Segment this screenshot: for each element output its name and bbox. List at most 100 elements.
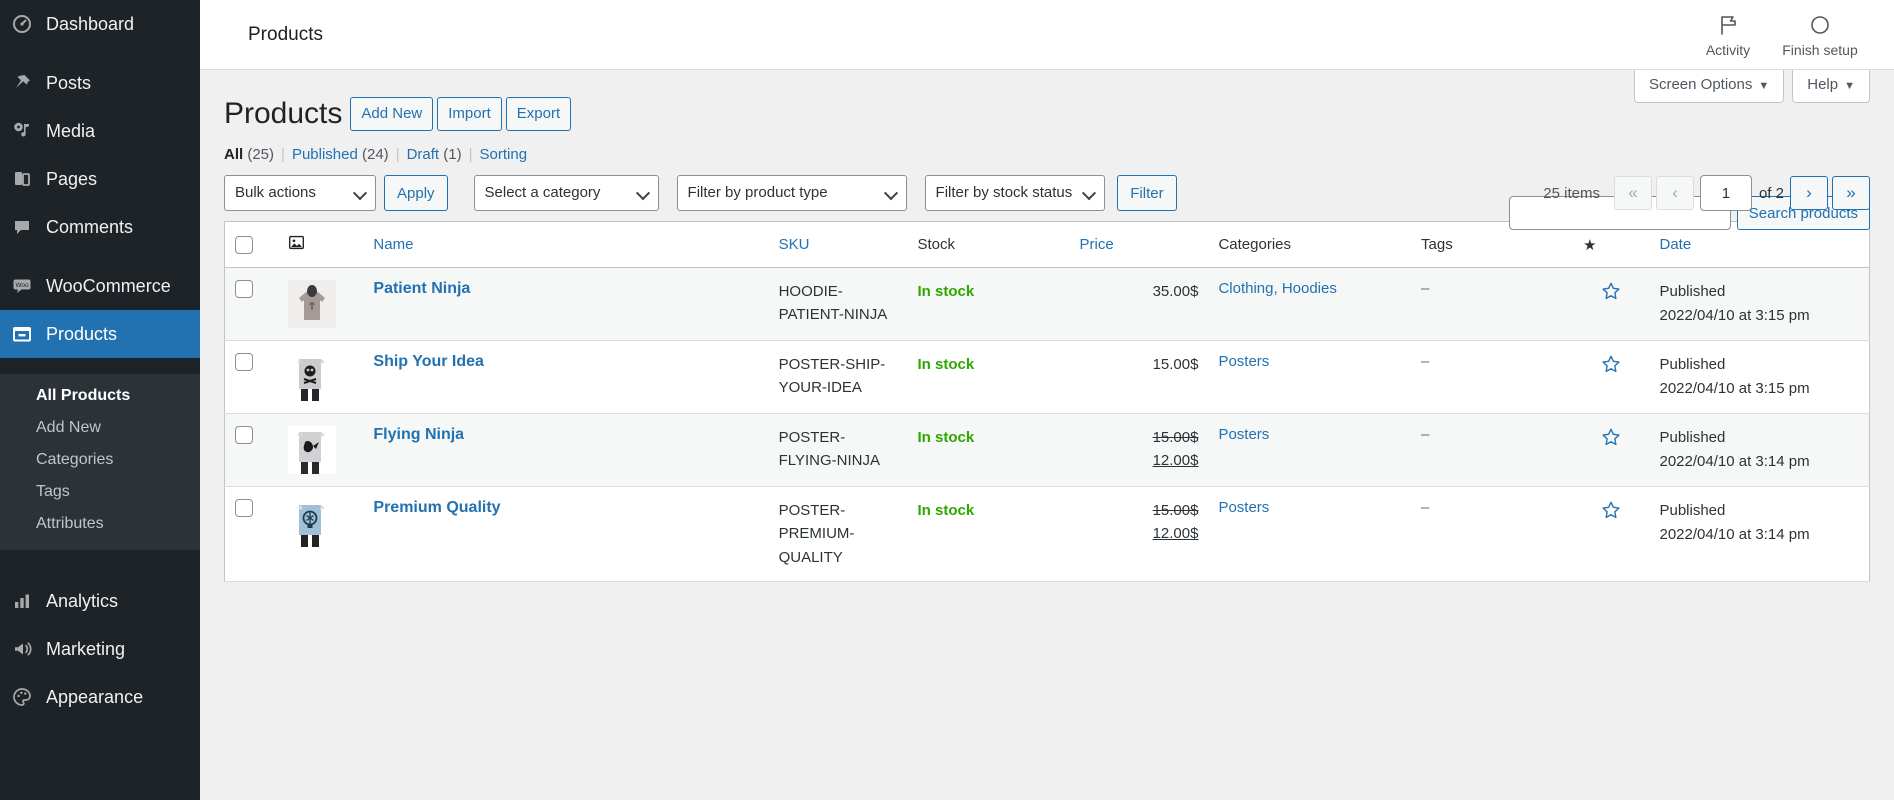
submenu-item-categories[interactable]: Categories xyxy=(0,444,200,476)
row-tags-cell: – xyxy=(1411,486,1574,582)
svg-text:Woo: Woo xyxy=(15,282,28,289)
submenu-item-attributes[interactable]: Attributes xyxy=(0,508,200,540)
table-row[interactable]: Ship Your Idea POSTER-SHIP-YOUR-IDEA In st… xyxy=(224,340,1870,414)
product-name-link[interactable]: Ship Your Idea xyxy=(373,353,484,370)
star-outline-icon[interactable] xyxy=(1600,426,1622,452)
product-type-select[interactable]: Filter by product type xyxy=(676,175,907,211)
product-thumbnail[interactable] xyxy=(287,280,336,328)
row-featured-cell xyxy=(1573,413,1650,487)
screen-options-label: Screen Options xyxy=(1648,76,1753,93)
apply-button[interactable]: Apply xyxy=(384,175,448,211)
sort-by-name[interactable]: Name xyxy=(373,236,413,253)
row-thumbnail-cell xyxy=(277,340,364,414)
row-checkbox[interactable] xyxy=(235,499,253,518)
status-link-draft[interactable]: Draft (1) xyxy=(407,146,462,163)
add-new-button[interactable]: Add New xyxy=(350,96,434,131)
submenu-item-add-new[interactable]: Add New xyxy=(0,412,200,444)
submenu-item-all-products[interactable]: All Products xyxy=(0,380,200,412)
sidebar-item-marketing[interactable]: Marketing xyxy=(0,625,200,673)
sidebar-item-label: Posts xyxy=(46,73,92,93)
sidebar-item-label: Pages xyxy=(46,169,98,189)
table-row[interactable]: Patient Ninja HOODIE-PATIENT-NINJA In stoc… xyxy=(224,267,1870,341)
row-stock-cell: In stock xyxy=(907,267,1070,341)
row-price-cell: 15.00$ 12.00$ xyxy=(1069,413,1209,487)
status-links: All (25) | Published (24) | Draft (1) | Sortin… xyxy=(224,146,1870,163)
first-page-button[interactable]: « xyxy=(1613,176,1652,210)
sidebar-item-analytics[interactable]: Analytics xyxy=(0,577,200,625)
row-checkbox[interactable] xyxy=(235,426,253,445)
export-button[interactable]: Export xyxy=(505,96,572,131)
status-link-published[interactable]: Published (24) xyxy=(292,146,389,163)
status-link-label[interactable]: Draft xyxy=(407,146,440,163)
star-outline-icon[interactable] xyxy=(1600,353,1622,379)
row-checkbox[interactable] xyxy=(235,280,253,299)
row-date-cell: Published 2022/04/10 at 3:15 pm xyxy=(1649,267,1870,341)
prev-page-button[interactable]: ‹ xyxy=(1655,176,1694,210)
filter-button[interactable]: Filter xyxy=(1117,175,1177,211)
row-featured-cell xyxy=(1573,267,1650,341)
category-select[interactable]: Select a category xyxy=(473,175,659,211)
category-link[interactable]: Posters xyxy=(1218,499,1269,516)
product-name-link[interactable]: Premium Quality xyxy=(373,499,500,516)
table-row[interactable]: Flying Ninja POSTER-FLYING-NINJA In stock 1… xyxy=(224,413,1870,487)
submenu-item-tags[interactable]: Tags xyxy=(0,476,200,508)
sidebar-item-pages[interactable]: Pages xyxy=(0,155,200,203)
product-name-link[interactable]: Patient Ninja xyxy=(373,280,470,297)
last-page-button[interactable]: » xyxy=(1832,176,1870,210)
status-link-label[interactable]: Published xyxy=(292,146,358,163)
woo-header-title: Products xyxy=(248,23,323,45)
sidebar-item-media[interactable]: Media xyxy=(0,107,200,155)
row-name-cell: Ship Your Idea xyxy=(363,340,769,414)
date-value: 2022/04/10 at 3:15 pm xyxy=(1659,306,1810,324)
sidebar-item-comments[interactable]: Comments xyxy=(0,203,200,251)
chevron-down-icon: ▼ xyxy=(1844,80,1855,92)
category-link[interactable]: Clothing, Hoodies xyxy=(1218,280,1336,297)
products-submenu: All Products Add New Categories Tags Attribu… xyxy=(0,374,200,550)
bulk-actions-select[interactable]: Bulk actions xyxy=(224,175,376,211)
stock-status-select[interactable]: Filter by stock status xyxy=(924,175,1106,211)
category-link[interactable]: Posters xyxy=(1218,426,1269,443)
product-type-select-wrap: Filter by product type xyxy=(676,175,907,211)
next-page-button[interactable]: › xyxy=(1790,176,1828,210)
sidebar-item-posts[interactable]: Posts xyxy=(0,59,200,107)
sidebar-item-products[interactable]: Products xyxy=(0,310,200,358)
row-tags-cell: – xyxy=(1411,267,1574,341)
product-thumbnail[interactable] xyxy=(287,353,336,401)
status-link-sorting[interactable]: Sorting xyxy=(480,146,528,163)
stock-status: In stock xyxy=(917,429,975,446)
screen-options-button[interactable]: Screen Options ▼ xyxy=(1633,70,1785,103)
product-name-link[interactable]: Flying Ninja xyxy=(373,426,464,443)
product-thumbnail[interactable] xyxy=(287,499,336,547)
star-outline-icon[interactable] xyxy=(1600,280,1622,306)
row-stock-cell: In stock xyxy=(907,413,1070,487)
select-all-checkbox[interactable] xyxy=(235,235,253,254)
sidebar-item-dashboard[interactable]: Dashboard xyxy=(0,0,200,48)
comments-icon xyxy=(12,217,46,237)
tags-header-label: Tags xyxy=(1421,236,1453,253)
status-link-label[interactable]: All xyxy=(224,146,243,163)
import-button[interactable]: Import xyxy=(437,96,502,131)
row-price-cell: 35.00$ xyxy=(1069,267,1209,341)
table-row[interactable]: Premium Quality POSTER-PREMIUM-QUALITY In … xyxy=(224,486,1870,582)
sort-by-price[interactable]: Price xyxy=(1080,236,1114,253)
sort-by-sku[interactable]: SKU xyxy=(779,236,810,253)
sidebar-item-woocommerce[interactable]: Woo WooCommerce xyxy=(0,262,200,310)
help-button[interactable]: Help ▼ xyxy=(1792,70,1870,103)
row-date-cell: Published 2022/04/10 at 3:15 pm xyxy=(1649,340,1870,414)
status-link-label[interactable]: Sorting xyxy=(480,146,528,163)
current-page-input[interactable] xyxy=(1699,175,1752,211)
product-thumbnail[interactable] xyxy=(287,426,336,474)
activity-button[interactable]: Activity xyxy=(1682,11,1774,59)
chevron-down-icon: ▼ xyxy=(1758,80,1770,92)
category-link[interactable]: Posters xyxy=(1218,353,1269,370)
row-categories-cell: Posters xyxy=(1208,340,1412,414)
finish-setup-button[interactable]: Finish setup xyxy=(1774,11,1866,59)
screen-meta-links: Screen Options ▼ Help ▼ xyxy=(1633,70,1870,103)
row-sku-cell: POSTER-FLYING-NINJA xyxy=(768,413,908,487)
row-checkbox[interactable] xyxy=(235,353,253,372)
sort-by-date[interactable]: Date xyxy=(1659,236,1691,253)
star-outline-icon[interactable] xyxy=(1600,499,1622,525)
status-link-all[interactable]: All (25) xyxy=(224,146,274,163)
sidebar-item-appearance[interactable]: Appearance xyxy=(0,673,200,721)
sidebar-item-label: Marketing xyxy=(46,639,126,659)
